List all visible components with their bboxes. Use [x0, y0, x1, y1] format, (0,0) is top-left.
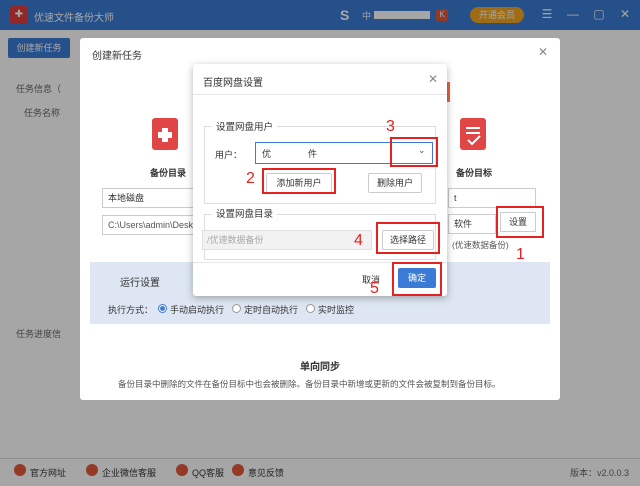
- annotation-number-2: 2: [246, 170, 255, 187]
- annotation-number-3: 3: [386, 118, 395, 135]
- radio-realtime[interactable]: [306, 304, 315, 313]
- dir-section-legend: 设置网盘目录: [212, 206, 278, 220]
- target-path-hint: (优速数据备份): [452, 240, 509, 250]
- annotation-number-1: 1: [516, 246, 525, 263]
- sync-mode-description: 备份目录中删除的文件在备份目标中也会被删除。备份目录中新增或更新的文件会被复制到…: [118, 379, 501, 389]
- radio-realtime-label[interactable]: 实时监控: [318, 303, 354, 316]
- backup-dir-select[interactable]: 本地磁盘: [102, 188, 196, 208]
- user-value-a: 优: [262, 149, 272, 159]
- backup-dir-label: 备份目录: [150, 168, 187, 178]
- annotation-number-5: 5: [370, 280, 379, 297]
- radio-scheduled-label[interactable]: 定时自动执行: [244, 303, 298, 316]
- run-settings-title: 运行设置: [120, 278, 160, 289]
- baidu-dialog-title: 百度网盘设置: [203, 78, 263, 89]
- annotation-box-3: [390, 137, 438, 167]
- backup-target-icon: [460, 118, 486, 150]
- baidu-dialog-close-icon[interactable]: ✕: [428, 72, 438, 86]
- annotation-box-5: [392, 262, 442, 296]
- radio-manual-label[interactable]: 手动启动执行: [170, 303, 224, 316]
- annotation-box-1: [496, 206, 544, 238]
- user-value-b: 件: [308, 149, 318, 159]
- backup-target-select[interactable]: t: [448, 188, 536, 208]
- user-label: 用户：: [215, 150, 243, 160]
- annotation-number-4: 4: [354, 232, 363, 249]
- create-task-dialog-title: 创建新任务: [92, 51, 142, 62]
- sync-mode-title: 单向同步: [300, 362, 340, 373]
- backup-source-icon: [152, 118, 178, 150]
- backup-target-label: 备份目标: [456, 168, 493, 178]
- backup-dir-path[interactable]: C:\Users\admin\Desk: [102, 215, 196, 235]
- annotation-box-2: [262, 168, 336, 194]
- delete-user-button[interactable]: 删除用户: [368, 173, 422, 193]
- create-task-close-icon[interactable]: ✕: [538, 45, 548, 59]
- radio-manual[interactable]: [158, 304, 167, 313]
- backup-target-type-select[interactable]: 软件: [448, 214, 496, 234]
- user-section-legend: 设置网盘用户: [212, 119, 278, 133]
- divider: [193, 94, 447, 95]
- run-mode-label: 执行方式：: [108, 305, 154, 315]
- cloud-dir-input[interactable]: /优速数据备份: [202, 230, 372, 250]
- radio-scheduled[interactable]: [232, 304, 241, 313]
- annotation-box-4: [376, 222, 440, 254]
